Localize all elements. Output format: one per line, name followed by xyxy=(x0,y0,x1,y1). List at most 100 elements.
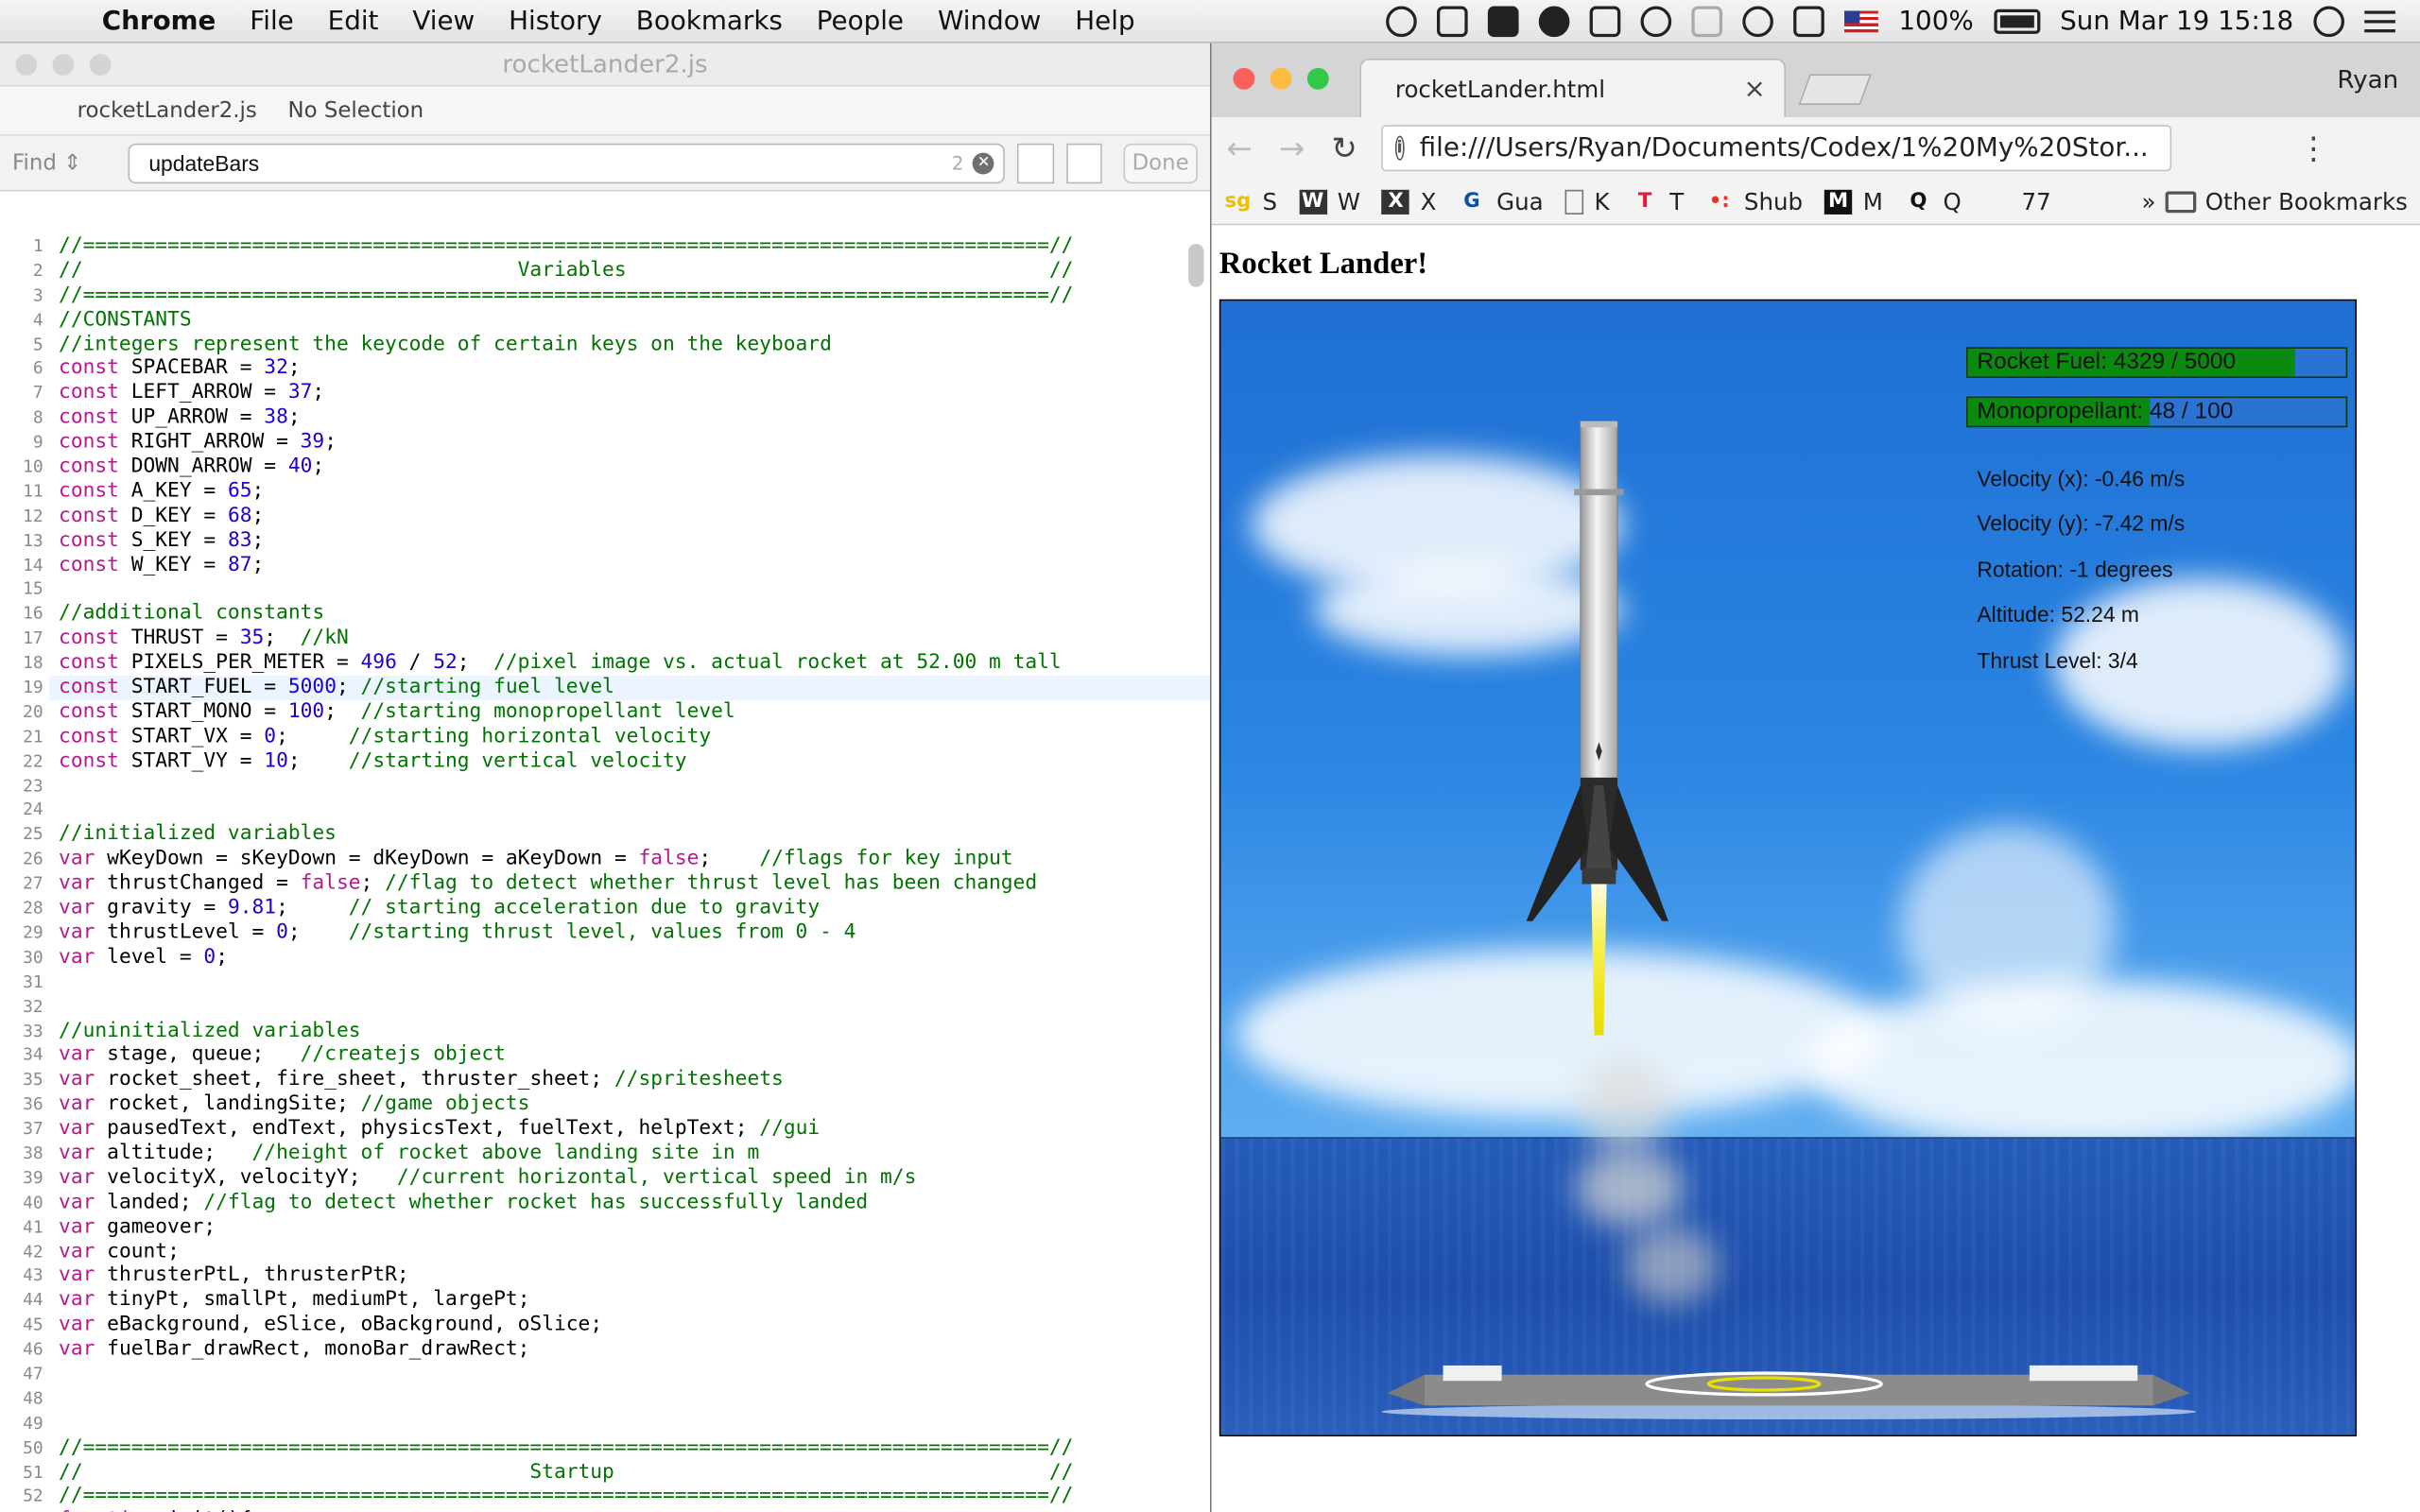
minimize-window-button[interactable] xyxy=(1270,67,1292,90)
lock-icon[interactable] xyxy=(1538,6,1570,38)
code-line[interactable]: 40 var landed; //flag to detect whether r… xyxy=(0,1190,1210,1215)
code-line[interactable]: 4 //CONSTANTS xyxy=(0,307,1210,333)
code-line[interactable]: 25 //initialized variables xyxy=(0,822,1210,848)
close-window-button[interactable] xyxy=(1233,67,1255,90)
menu-view[interactable]: View xyxy=(395,6,492,37)
code-line[interactable]: 29 var thrustLevel = 0; //starting thrust… xyxy=(0,920,1210,946)
bookmark-x[interactable]: XX xyxy=(1381,187,1436,215)
code-line[interactable]: 14 const W_KEY = 87; xyxy=(0,553,1210,578)
code-line[interactable]: 7 const LEFT_ARROW = 37; xyxy=(0,381,1210,406)
bookmark-m[interactable]: MM xyxy=(1824,187,1883,215)
bookmark-k[interactable]: K xyxy=(1564,187,1610,215)
bookmark-gua[interactable]: G Gua xyxy=(1458,187,1543,215)
find-mode-popup[interactable]: Find ⇕ xyxy=(12,150,116,175)
code-line[interactable]: 46 var fuelBar_drawRect, monoBar_drawRect… xyxy=(0,1337,1210,1363)
game-canvas[interactable]: Rocket Fuel: 4329 / 5000 Monopropellant:… xyxy=(1219,299,2358,1436)
menu-history[interactable]: History xyxy=(492,6,619,37)
code-line[interactable]: 52 //====================================… xyxy=(0,1485,1210,1510)
back-icon[interactable]: ← xyxy=(1224,129,1255,166)
code-line[interactable]: 10 const DOWN_ARROW = 40; xyxy=(0,455,1210,480)
code-line[interactable]: 11 const A_KEY = 65; xyxy=(0,479,1210,505)
clear-search-icon[interactable]: ✕ xyxy=(973,151,995,174)
code-line[interactable]: 33 //uninitialized variables xyxy=(0,1019,1210,1044)
screenshot-icon[interactable] xyxy=(1437,6,1468,38)
next-match-button[interactable] xyxy=(1065,143,1102,183)
code-line[interactable]: 45 var eBackground, eSlice, oBackground, … xyxy=(0,1313,1210,1338)
clock[interactable]: Sun Mar 19 15:18 xyxy=(2060,7,2293,38)
terminal-icon[interactable] xyxy=(1488,6,1519,38)
new-tab-button[interactable] xyxy=(1798,74,1872,106)
code-line[interactable]: 42 var count; xyxy=(0,1239,1210,1264)
code-line[interactable]: 32 xyxy=(0,994,1210,1020)
other-bookmarks[interactable]: » Other Bookmarks xyxy=(2142,187,2408,215)
code-line[interactable]: 44 var tinyPt, smallPt, mediumPt, largePt… xyxy=(0,1288,1210,1314)
code-line[interactable]: 18 const PIXELS_PER_METER = 496 / 52; //p… xyxy=(0,651,1210,677)
time-machine-icon[interactable] xyxy=(1640,6,1672,38)
info-icon[interactable]: i xyxy=(1394,135,1405,161)
previous-match-button[interactable] xyxy=(1017,143,1054,183)
code-line[interactable]: 15 xyxy=(0,577,1210,603)
menu-help[interactable]: Help xyxy=(1058,6,1151,37)
url-text[interactable]: file:///Users/Ryan/Documents/Codex/1%20M… xyxy=(1420,132,2149,163)
code-line[interactable]: 21 const START_VX = 0; //starting horizon… xyxy=(0,725,1210,749)
code-line[interactable]: 5 //integers represent the keycode of cer… xyxy=(0,332,1210,357)
code-line[interactable]: 23 xyxy=(0,773,1210,799)
jump-bar-file[interactable]: rocketLander2.js xyxy=(78,98,257,123)
code-line[interactable]: 20 const START_MONO = 100; //starting mon… xyxy=(0,700,1210,726)
code-line[interactable]: 30 var level = 0; xyxy=(0,945,1210,971)
spotlight-search-icon[interactable] xyxy=(2313,6,2344,38)
menu-file[interactable]: File xyxy=(233,6,310,37)
close-tab-icon[interactable]: × xyxy=(1743,74,1765,105)
code-line[interactable]: 28 var gravity = 9.81; // starting accele… xyxy=(0,896,1210,921)
tab-rocketlander[interactable]: rocketLander.html × xyxy=(1359,59,1786,118)
bookmark-shub[interactable]: •: Shub xyxy=(1705,187,1803,215)
code-line[interactable]: 48 xyxy=(0,1386,1210,1412)
find-field[interactable]: 2 ✕ xyxy=(129,143,1006,183)
code-line[interactable]: 50 //====================================… xyxy=(0,1435,1210,1461)
jump-bar-selection[interactable]: No Selection xyxy=(287,98,424,123)
wifi-icon[interactable] xyxy=(1742,6,1774,38)
code-line[interactable]: 22 const START_VY = 10; //starting vertic… xyxy=(0,748,1210,774)
address-bar[interactable]: i file:///Users/Ryan/Documents/Codex/1%2… xyxy=(1381,125,2172,172)
vertical-scrollbar[interactable] xyxy=(1188,243,1204,287)
reload-icon[interactable]: ↻ xyxy=(1329,129,1360,166)
forward-icon[interactable]: → xyxy=(1276,129,1307,166)
code-line[interactable]: 8 const UP_ARROW = 38; xyxy=(0,405,1210,431)
padlock-icon[interactable] xyxy=(1589,6,1621,38)
menu-bookmarks[interactable]: Bookmarks xyxy=(619,6,800,37)
code-line[interactable]: 27 var thrustChanged = false; //flag to d… xyxy=(0,871,1210,897)
code-line[interactable]: 24 xyxy=(0,798,1210,823)
bookmarks-overflow-chevron-icon[interactable]: » xyxy=(2142,187,2156,215)
menu-edit[interactable]: Edit xyxy=(311,6,396,37)
code-line[interactable]: 35 var rocket_sheet, fire_sheet, thruster… xyxy=(0,1068,1210,1093)
profile-name[interactable]: Ryan xyxy=(2337,65,2398,94)
code-line[interactable]: 41 var gameover; xyxy=(0,1214,1210,1240)
code-line[interactable]: 26 var wKeyDown = sKeyDown = dKeyDown = a… xyxy=(0,847,1210,872)
code-line[interactable]: 2 // Variables // xyxy=(0,259,1210,284)
code-line[interactable]: 47 xyxy=(0,1362,1210,1387)
code-line[interactable]: 39 var velocityX, velocityY; //current ho… xyxy=(0,1166,1210,1191)
code-line[interactable]: 37 var pausedText, endText, physicsText, … xyxy=(0,1117,1210,1143)
code-line[interactable]: 1 //=====================================… xyxy=(0,234,1210,260)
code-line[interactable]: 49 xyxy=(0,1411,1210,1436)
menu-people[interactable]: People xyxy=(800,6,921,37)
code-line[interactable]: 3 //=====================================… xyxy=(0,284,1210,308)
menu-window[interactable]: Window xyxy=(921,6,1058,37)
volume-icon[interactable] xyxy=(1793,6,1825,38)
code-line[interactable]: 51 // Startup // xyxy=(0,1460,1210,1486)
chrome-menu-icon[interactable]: ⋮ xyxy=(2298,129,2329,166)
code-line[interactable]: 34 var stage, queue; //createjs object xyxy=(0,1043,1210,1069)
battery-icon[interactable] xyxy=(1993,9,2040,34)
find-input[interactable] xyxy=(148,150,943,176)
do-not-disturb-icon[interactable] xyxy=(1386,6,1418,38)
menu-app-name[interactable]: Chrome xyxy=(90,6,233,37)
bookmark-t[interactable]: TT xyxy=(1631,187,1684,215)
zoom-window-button[interactable] xyxy=(89,54,112,76)
bookmark-77[interactable]: 77 xyxy=(1983,187,2050,215)
code-line[interactable]: 12 const D_KEY = 68; xyxy=(0,504,1210,529)
code-line[interactable]: 16 //additional constants xyxy=(0,602,1210,627)
done-button[interactable]: Done xyxy=(1123,143,1198,183)
input-source-flag-icon[interactable] xyxy=(1844,10,1879,33)
notification-center-icon[interactable] xyxy=(2364,10,2395,33)
code-line[interactable]: 17 const THRUST = 35; //kN xyxy=(0,627,1210,652)
